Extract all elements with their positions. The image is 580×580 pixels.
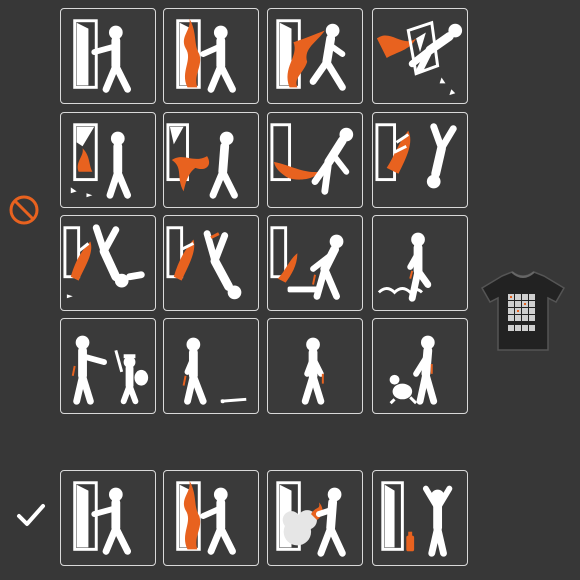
panel-r4-c2 xyxy=(163,318,259,414)
approved-panel-3 xyxy=(267,470,363,566)
panel-r1-c4 xyxy=(372,8,468,104)
panel-r2-c2 xyxy=(163,112,259,208)
panel-r3-c3 xyxy=(267,215,363,311)
panel-r1-c3 xyxy=(267,8,363,104)
t-shirt-preview-icon[interactable] xyxy=(480,268,566,354)
approved-panel-4 xyxy=(372,470,468,566)
panel-r3-c4 xyxy=(372,215,468,311)
no-symbol-icon xyxy=(9,195,39,225)
panel-r3-c2 xyxy=(163,215,259,311)
panel-r1-c2 xyxy=(163,8,259,104)
approved-panel-1 xyxy=(60,470,156,566)
panel-r2-c4 xyxy=(372,112,468,208)
panel-r1-c1 xyxy=(60,8,156,104)
approved-panel-2 xyxy=(163,470,259,566)
panel-r4-c3 xyxy=(267,318,363,414)
panel-r2-c3 xyxy=(267,112,363,208)
panel-r4-c1 xyxy=(60,318,156,414)
panel-r3-c1 xyxy=(60,215,156,311)
panel-r2-c1 xyxy=(60,112,156,208)
panel-r4-c4 xyxy=(372,318,468,414)
checkmark-icon xyxy=(17,504,45,526)
